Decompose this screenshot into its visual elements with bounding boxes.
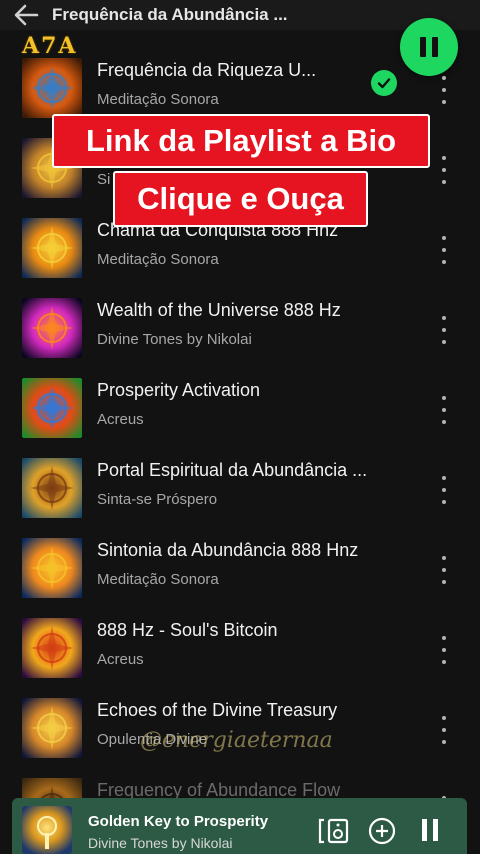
more-vertical-icon[interactable] xyxy=(437,156,451,184)
more-vertical-icon[interactable] xyxy=(437,556,451,584)
track-row[interactable]: 888 Hz - Soul's Bitcoin Acreus xyxy=(0,612,480,692)
check-circle-icon xyxy=(371,70,397,96)
promo-banner-listen: Clique e Ouça xyxy=(113,171,368,227)
more-vertical-icon[interactable] xyxy=(437,316,451,344)
connect-device-icon xyxy=(318,818,349,844)
more-vertical-icon[interactable] xyxy=(437,236,451,264)
track-title: Portal Espiritual da Abundância ... xyxy=(97,460,368,480)
connect-device-button[interactable] xyxy=(318,818,350,849)
now-playing-artwork xyxy=(22,806,72,854)
track-artwork xyxy=(22,698,82,758)
track-row[interactable]: Portal Espiritual da Abundância ... Sinta… xyxy=(0,452,480,532)
back-button[interactable] xyxy=(0,0,52,30)
add-circle-icon xyxy=(368,817,396,845)
track-artist: Meditação Sonora xyxy=(97,251,219,268)
track-artist: Meditação Sonora xyxy=(97,571,219,588)
track-title: 888 Hz - Soul's Bitcoin xyxy=(97,620,278,640)
more-vertical-icon[interactable] xyxy=(437,716,451,744)
watermark: @energiaeternaa xyxy=(140,728,333,753)
track-title: Frequência da Riqueza U... xyxy=(97,60,317,80)
track-title: Prosperity Activation xyxy=(97,380,261,400)
track-artist: Acreus xyxy=(97,411,144,428)
track-title: Wealth of the Universe 888 Hz xyxy=(97,300,341,320)
now-playing-title: Golden Key to Prosperity xyxy=(88,813,269,830)
track-artwork xyxy=(22,298,82,358)
promo-banner-link: Link da Playlist a Bio xyxy=(52,114,430,168)
pause-icon xyxy=(422,819,427,841)
track-title: Echoes of the Divine Treasury xyxy=(97,700,338,720)
more-vertical-icon[interactable] xyxy=(437,476,451,504)
track-artwork xyxy=(22,58,82,118)
player-pause-button[interactable] xyxy=(422,819,438,841)
track-artwork xyxy=(22,458,82,518)
now-playing-artist: Divine Tones by Nikolai xyxy=(88,835,233,851)
more-vertical-icon[interactable] xyxy=(437,636,451,664)
track-artist: Acreus xyxy=(97,651,144,668)
track-row[interactable]: Wealth of the Universe 888 Hz Divine Tone… xyxy=(0,292,480,372)
track-title: Sintonia da Abundância 888 Hnz xyxy=(97,540,359,560)
track-artist: Si xyxy=(97,171,111,188)
page-title: Frequência da Abundância ... xyxy=(52,5,288,24)
track-artwork xyxy=(22,378,82,438)
arrow-left-icon xyxy=(14,4,39,26)
track-artist: Sinta-se Próspero xyxy=(97,491,218,508)
track-artist: Meditação Sonora xyxy=(97,91,219,108)
track-artwork xyxy=(22,538,82,598)
track-row[interactable]: Sintonia da Abundância 888 Hnz Meditação … xyxy=(0,532,480,612)
track-row[interactable]: Prosperity Activation Acreus xyxy=(0,372,480,452)
track-artwork xyxy=(22,618,82,678)
more-vertical-icon[interactable] xyxy=(437,76,451,104)
now-playing-bar[interactable]: Golden Key to Prosperity Divine Tones by… xyxy=(12,798,467,854)
more-vertical-icon[interactable] xyxy=(437,396,451,424)
track-artist: Divine Tones by Nikolai xyxy=(97,331,252,348)
track-artwork xyxy=(22,218,82,278)
add-to-library-button[interactable] xyxy=(368,817,396,850)
